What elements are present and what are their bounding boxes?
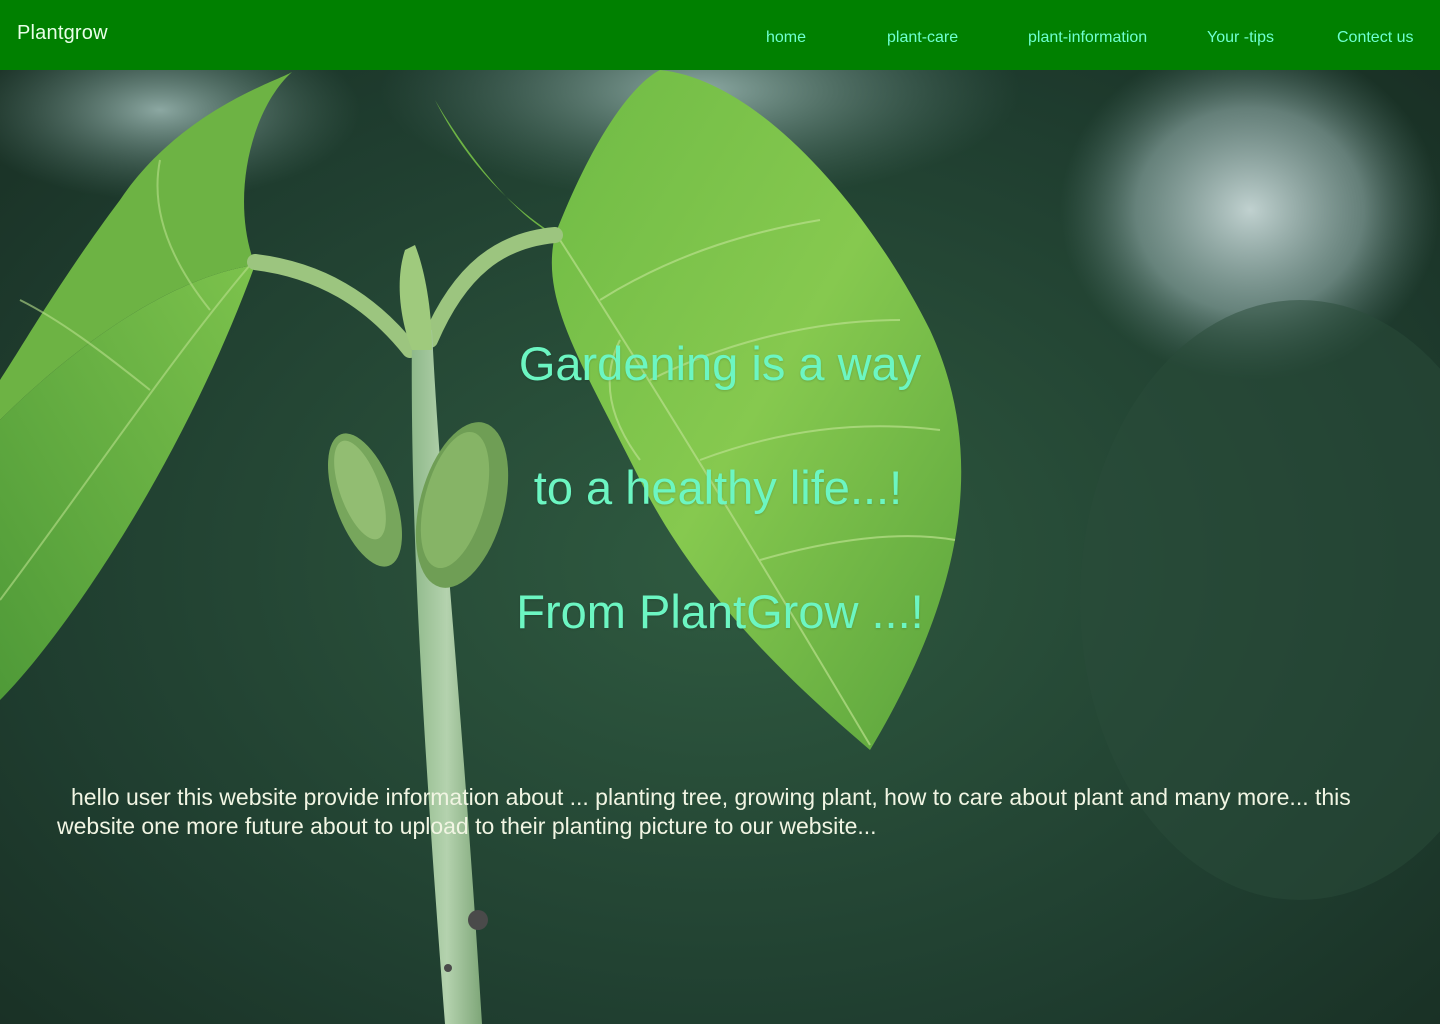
brand-logo-text[interactable]: Plantgrow <box>17 22 108 45</box>
nav-link-your-tips[interactable]: Your -tips <box>1207 29 1274 47</box>
page: Plantgrow home plant-care plant-informat… <box>0 0 1440 1024</box>
hero-tagline-line-1: Gardening is a way <box>518 337 922 390</box>
top-navbar: Plantgrow home plant-care plant-informat… <box>0 0 1440 70</box>
nav-link-plant-information[interactable]: plant-information <box>1028 29 1147 47</box>
nav-link-home[interactable]: home <box>766 29 806 47</box>
hero-tagline-line-3: From PlantGrow ...! <box>516 585 924 638</box>
hero-intro-paragraph: hello user this website provide informat… <box>57 784 1351 839</box>
hero-tagline-line-2: to a healthy life...! <box>533 461 903 514</box>
nav-link-contact-us[interactable]: Contect us <box>1337 29 1413 47</box>
nav-link-plant-care[interactable]: plant-care <box>887 29 958 47</box>
